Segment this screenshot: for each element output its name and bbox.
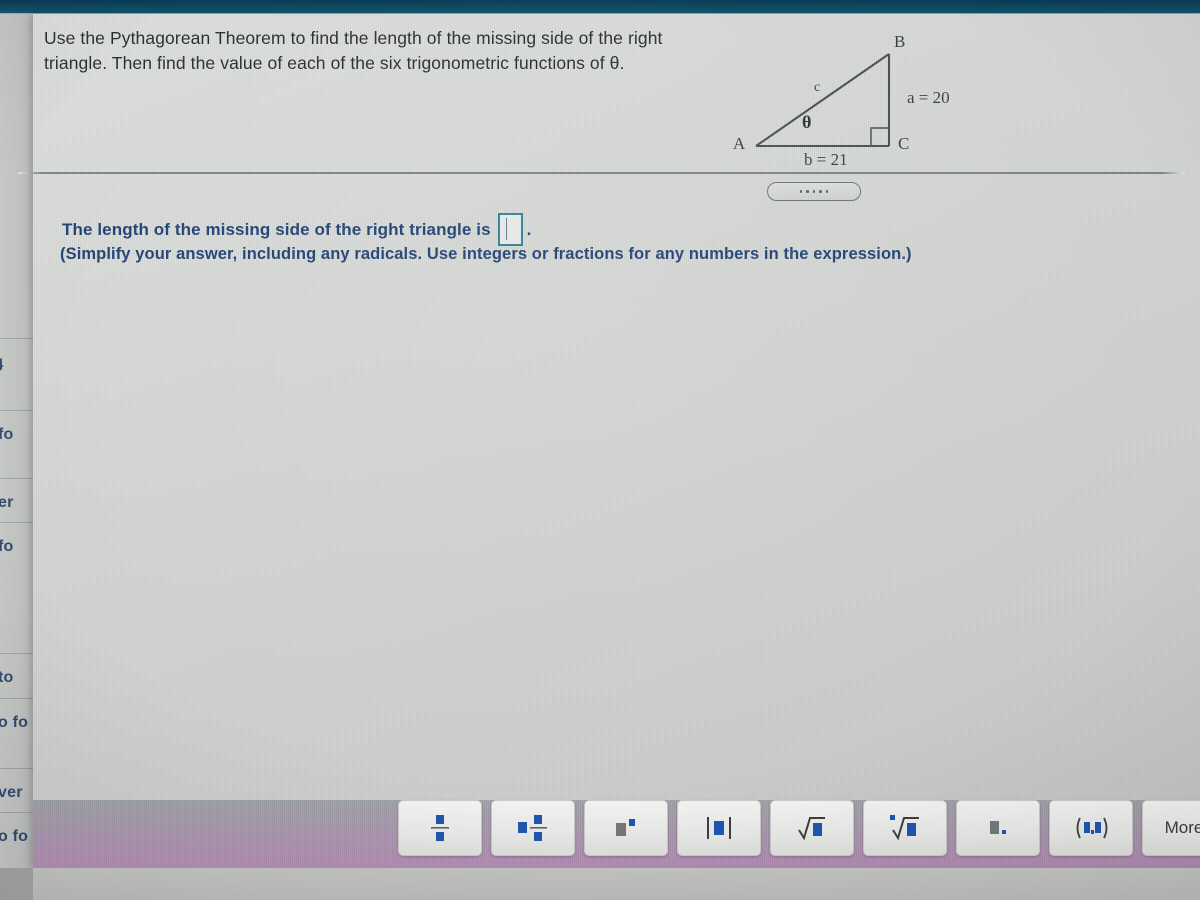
handle-dot [819, 190, 822, 193]
handle-dot [812, 190, 816, 193]
mixed-number-icon [518, 815, 547, 841]
more-button[interactable]: More [1142, 800, 1200, 856]
background-text-fragment: fo [0, 426, 14, 443]
answer-period: . [526, 219, 532, 239]
photo-bottom-strip [0, 868, 1200, 900]
handle-dot [806, 190, 809, 193]
square-root-button[interactable] [770, 800, 854, 856]
top-app-bar [0, 0, 1200, 13]
right-triangle-figure: A B C c θ a = 20 b = 21 [726, 32, 1026, 176]
handle-dot [825, 190, 829, 193]
background-text-fragment: ɟ [0, 354, 4, 371]
section-divider [18, 172, 1185, 174]
collapse-handle[interactable] [767, 182, 861, 201]
fraction-button[interactable] [398, 800, 482, 856]
mixed-number-button[interactable] [491, 800, 575, 856]
background-text-fragment: to [0, 669, 14, 686]
question-prompt: Use the Pythagorean Theorem to find the … [44, 28, 663, 73]
exponent-icon [616, 819, 635, 836]
vertex-label-a: A [733, 134, 746, 153]
decimal-icon [990, 821, 1006, 834]
handle-dot [799, 190, 803, 193]
ordered-pair-button[interactable] [1049, 800, 1133, 856]
screen-photo: ɟ fo er fo to o fo ver o fo Use the Pythagorean… [0, 0, 1200, 900]
hypotenuse-label-c: c [814, 80, 821, 95]
background-text-fragment: o fo [0, 714, 29, 731]
side-a-label: a = 20 [907, 88, 950, 107]
math-palette: More [398, 800, 1200, 856]
background-text-fragment: ver [0, 784, 23, 801]
exponent-button[interactable] [584, 800, 668, 856]
answer-statement-row: The length of the missing side of the ri… [62, 213, 531, 246]
absolute-value-button[interactable] [677, 800, 761, 856]
background-text-fragment: er [0, 494, 14, 511]
decimal-button[interactable] [956, 800, 1040, 856]
absolute-value-icon [707, 817, 731, 839]
photo-bottom-left-strip [0, 868, 33, 900]
nth-root-icon [890, 815, 919, 841]
nth-root-button[interactable] [863, 800, 947, 856]
answer-input[interactable] [497, 213, 523, 246]
answer-statement-text: The length of the missing side of the ri… [62, 219, 491, 239]
fraction-icon [431, 815, 449, 841]
vertex-label-b: B [894, 32, 906, 51]
triangle-svg [755, 53, 891, 148]
square-root-icon [798, 817, 825, 841]
vertex-label-c: C [898, 134, 910, 153]
question-dialog: Use the Pythagorean Theorem to find the … [18, 14, 1200, 876]
side-b-label: b = 21 [804, 150, 848, 169]
angle-label-theta: θ [802, 112, 812, 132]
ordered-pair-icon [1076, 817, 1108, 839]
background-text-fragment: fo [0, 538, 14, 555]
background-text-fragment: o fo [0, 828, 29, 845]
more-button-label: More [1164, 818, 1200, 837]
answer-hint: (Simplify your answer, including any rad… [60, 245, 912, 263]
